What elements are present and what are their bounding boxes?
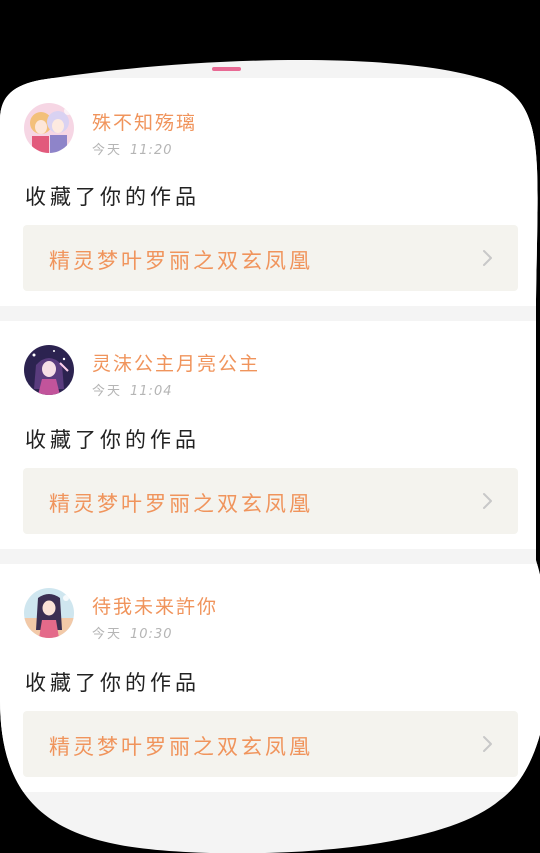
timestamp: 今天 11:20 (92, 139, 172, 158)
work-title: 精灵梦叶罗丽之双玄凤凰 (49, 249, 313, 273)
anime-girl-avatar-icon (24, 588, 74, 638)
chevron-right-icon (476, 733, 498, 755)
notification-card: 殊不知殇璃 今天 11:20 收藏了你的作品 精灵梦叶罗丽之双玄凤凰 (0, 78, 540, 306)
work-title: 精灵梦叶罗丽之双玄凤凰 (49, 492, 313, 516)
timestamp: 今天 10:30 (92, 623, 172, 642)
work-link[interactable]: 精灵梦叶罗丽之双玄凤凰 (23, 225, 518, 291)
date-label: 今天 (92, 627, 123, 642)
username[interactable]: 灵沫公主月亮公主 (92, 349, 260, 376)
anime-princess-avatar-icon (24, 345, 74, 395)
work-link[interactable]: 精灵梦叶罗丽之双玄凤凰 (23, 468, 518, 534)
phone-screen: 殊不知殇璃 今天 11:20 收藏了你的作品 精灵梦叶罗丽之双玄凤凰 灵沫公主月… (0, 0, 540, 853)
action-text: 收藏了你的作品 (25, 671, 200, 695)
chevron-right-icon (476, 490, 498, 512)
time-value: 11:20 (130, 143, 173, 158)
time-value: 10:30 (130, 627, 173, 642)
avatar[interactable] (24, 345, 74, 395)
active-tab-indicator (212, 67, 241, 71)
notification-card: 待我未来許你 今天 10:30 收藏了你的作品 精灵梦叶罗丽之双玄凤凰 (0, 564, 540, 792)
time-value: 11:04 (130, 384, 173, 399)
action-text: 收藏了你的作品 (25, 428, 200, 452)
work-title: 精灵梦叶罗丽之双玄凤凰 (49, 735, 313, 759)
avatar[interactable] (24, 103, 74, 153)
date-label: 今天 (92, 143, 123, 158)
avatar[interactable] (24, 588, 74, 638)
anime-girls-avatar-icon (24, 103, 74, 153)
timestamp: 今天 11:04 (92, 380, 172, 399)
notification-card: 灵沫公主月亮公主 今天 11:04 收藏了你的作品 精灵梦叶罗丽之双玄凤凰 (0, 321, 540, 549)
username[interactable]: 待我未来許你 (92, 592, 218, 619)
username[interactable]: 殊不知殇璃 (92, 108, 197, 135)
date-label: 今天 (92, 384, 123, 399)
chevron-right-icon (476, 247, 498, 269)
action-text: 收藏了你的作品 (25, 185, 200, 209)
work-link[interactable]: 精灵梦叶罗丽之双玄凤凰 (23, 711, 518, 777)
